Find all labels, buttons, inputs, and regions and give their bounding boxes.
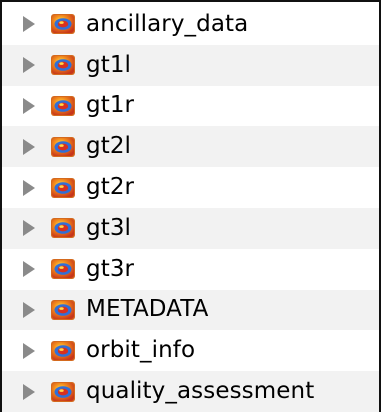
hdf-group-icon [50,297,76,323]
tree-row-label: quality_assessment [86,378,315,405]
tree-row-label: gt2r [86,174,135,201]
disclosure-triangle-icon[interactable] [22,179,36,197]
hdf-group-icon [50,175,76,201]
hdf-group-icon [50,52,76,78]
tree-row-label: gt1r [86,92,135,119]
tree-row-orbit-info[interactable]: orbit_info [2,330,379,371]
hdf-group-icon [50,338,76,364]
hdf-group-tree: ancillary_data gt1l gt1r gt2l gt2r gt3l … [0,0,381,412]
tree-row-gt2r[interactable]: gt2r [2,167,379,208]
disclosure-triangle-icon[interactable] [22,219,36,237]
disclosure-triangle-icon[interactable] [22,97,36,115]
tree-row-gt3r[interactable]: gt3r [2,249,379,290]
tree-row-metadata[interactable]: METADATA [2,289,379,331]
disclosure-triangle-icon[interactable] [22,56,36,74]
tree-row-ancillary-data[interactable]: ancillary_data [2,4,379,45]
disclosure-triangle-icon[interactable] [22,15,36,33]
tree-row-label: orbit_info [86,337,196,364]
hdf-group-icon [50,134,76,160]
tree-row-label: gt1l [86,51,132,78]
hdf-group-icon [50,11,76,37]
hdf-group-icon [50,256,76,282]
disclosure-triangle-icon[interactable] [22,383,36,401]
tree-row-gt3l[interactable]: gt3l [2,207,379,249]
tree-row-gt1r[interactable]: gt1r [2,86,379,127]
disclosure-triangle-icon[interactable] [22,342,36,360]
tree-row-label: gt3l [86,214,132,241]
tree-row-label: METADATA [86,296,209,323]
disclosure-triangle-icon[interactable] [22,138,36,156]
tree-row-label: gt2l [86,133,132,160]
tree-row-label: gt3r [86,255,135,282]
hdf-group-icon [50,215,76,241]
hdf-group-icon [50,379,76,405]
disclosure-triangle-icon[interactable] [22,260,36,278]
tree-row-quality-assessment[interactable]: quality_assessment [2,371,379,412]
tree-row-label: ancillary_data [86,10,249,37]
tree-row-gt2l[interactable]: gt2l [2,126,379,168]
hdf-group-icon [50,93,76,119]
tree-row-gt1l[interactable]: gt1l [2,44,379,86]
disclosure-triangle-icon[interactable] [22,301,36,319]
